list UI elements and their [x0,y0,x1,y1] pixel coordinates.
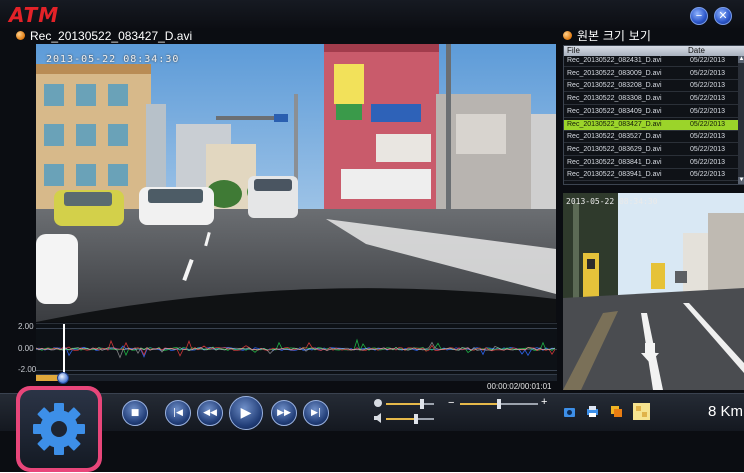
original-size-view-header[interactable]: 원본 크기 보기 [563,28,651,44]
file-date-cell: 05/22/2013 [690,133,726,141]
file-date-cell: 05/22/2013 [690,95,726,103]
rewind-button[interactable]: ◀◀ [197,400,223,426]
camera-capture-icon[interactable] [563,405,576,418]
file-list-row[interactable]: Rec_20130522_083409_D.avi 05/22/2013 [564,107,738,118]
rear-timestamp-overlay: 2013-05-22 08:34:30 [566,197,658,206]
file-date-cell: 05/22/2013 [690,69,726,77]
brightness-slider-handle[interactable] [420,399,424,409]
current-file-label: Rec_20130522_083427_D.avi [16,28,192,44]
volume-icon [374,413,381,423]
vehicle-speed-display: 8 Km [708,403,744,420]
play-button[interactable]: ▶ [229,396,263,430]
app-logo: ATM [9,3,60,27]
column-header-date[interactable]: Date [688,46,705,56]
previous-file-button[interactable]: |◀ [165,400,191,426]
next-file-button[interactable]: ▶| [303,400,329,426]
brightness-slider-fill [386,403,422,405]
g-sensor-graph: 2.00 0.00 -2.00 [18,322,557,376]
graph-playhead [63,324,65,376]
time-readout: 00:00:02/00:01:01 [487,382,552,391]
file-date-cell: 05/22/2013 [690,107,726,115]
street-scene-image [36,44,556,322]
playback-speed-slider[interactable] [460,399,538,409]
file-list-row[interactable]: Rec_20130522_083009_D.avi 05/22/2013 [564,69,738,80]
volume-slider[interactable] [386,414,434,424]
file-list-header: File Date [564,46,744,56]
file-name-cell: Rec_20130522_083841_D.avi [567,158,662,166]
scroll-down-arrow-icon[interactable]: ▼ [738,177,744,184]
file-list-row[interactable]: Rec_20130522_082431_D.avi 05/22/2013 [564,56,738,67]
column-header-file[interactable]: File [567,46,580,56]
control-bar: ■ |◀ ◀◀ ▶ ▶▶ ▶| − + 8 Km [0,393,744,431]
speed-plus-icon[interactable]: + [541,396,547,408]
file-list-row[interactable]: Rec_20130522_083629_D.avi 05/22/2013 [564,145,738,156]
graph-y-label-top: 2.00 [18,322,34,331]
file-name-cell: Rec_20130522_082431_D.avi [567,57,662,64]
file-list-scrollbar[interactable]: ▲ ▼ [738,56,744,184]
settings-highlight-frame [16,386,102,472]
volume-slider-fill [386,418,416,420]
file-date-cell: 05/22/2013 [690,158,726,166]
file-date-cell: 05/22/2013 [690,57,726,64]
copy-file-icon[interactable] [610,405,623,418]
file-list-row-selected[interactable]: Rec_20130522_083427_D.avi 05/22/2013 [564,119,738,131]
file-name-cell: Rec_20130522_083409_D.avi [567,107,662,115]
file-date-cell: 05/22/2013 [690,145,726,153]
file-list: File Date Rec_20130522_082431_D.avi 05/22… [563,45,744,185]
graph-y-label-bottom: -2.00 [18,365,37,374]
rear-camera-video[interactable]: 2013-05-22 08:34:30 [563,193,744,390]
orange-bullet-icon [16,31,25,41]
file-name-cell: Rec_20130522_083308_D.avi [567,95,662,103]
video-timestamp-overlay: 2013-05-22 08:34:30 [46,54,180,65]
map-view-icon[interactable] [633,403,650,420]
scroll-up-arrow-icon[interactable]: ▲ [738,56,744,63]
file-date-cell: 05/22/2013 [690,82,726,90]
gear-icon [33,403,85,455]
graph-signal-lines [36,338,556,359]
brightness-slider[interactable] [386,399,434,409]
file-name-cell: Rec_20130522_083629_D.avi [567,145,662,153]
playback-speed-handle[interactable] [497,399,501,409]
volume-slider-handle[interactable] [414,414,418,424]
playback-speed-fill [460,403,499,405]
stop-button[interactable]: ■ [122,400,148,426]
file-list-row[interactable]: Rec_20130522_083208_D.avi 05/22/2013 [564,81,738,93]
file-name-cell: Rec_20130522_083009_D.avi [567,69,662,77]
file-name-cell: Rec_20130522_083941_D.avi [567,171,662,179]
orange-bullet-icon [563,31,572,40]
minimize-button[interactable]: − [690,7,708,25]
file-date-cell: 05/22/2013 [690,171,726,179]
rear-street-scene-image [563,193,744,390]
file-list-row[interactable]: Rec_20130522_083941_D.avi 05/22/2013 [564,170,738,182]
file-date-cell: 05/22/2013 [690,120,726,128]
fast-forward-button[interactable]: ▶▶ [271,400,297,426]
current-file-name: Rec_20130522_083427_D.avi [30,29,193,43]
graph-y-label-mid: 0.00 [18,344,34,353]
brightness-icon [374,399,382,407]
original-size-view-label: 원본 크기 보기 [577,29,651,43]
file-name-cell: Rec_20130522_083527_D.avi [567,133,662,141]
seek-bar-handle[interactable] [57,372,70,384]
front-camera-video[interactable]: 2013-05-22 08:34:30 [36,44,556,322]
file-list-row[interactable]: Rec_20130522_083841_D.avi 05/22/2013 [564,158,738,169]
print-icon[interactable] [586,405,599,418]
dashcam-player-window: ATM − ✕ Rec_20130522_083427_D.avi 2013-0… [0,0,744,472]
settings-button[interactable] [20,390,98,468]
close-button[interactable]: ✕ [714,7,732,25]
file-name-cell: Rec_20130522_083427_D.avi [567,120,662,128]
speed-minus-icon[interactable]: − [448,397,454,409]
file-list-row[interactable]: Rec_20130522_083527_D.avi 05/22/2013 [564,132,738,144]
seek-bar[interactable] [36,372,557,384]
title-bar: ATM − ✕ [0,0,744,28]
file-list-row[interactable]: Rec_20130522_083308_D.avi 05/22/2013 [564,94,738,106]
file-name-cell: Rec_20130522_083208_D.avi [567,82,662,90]
